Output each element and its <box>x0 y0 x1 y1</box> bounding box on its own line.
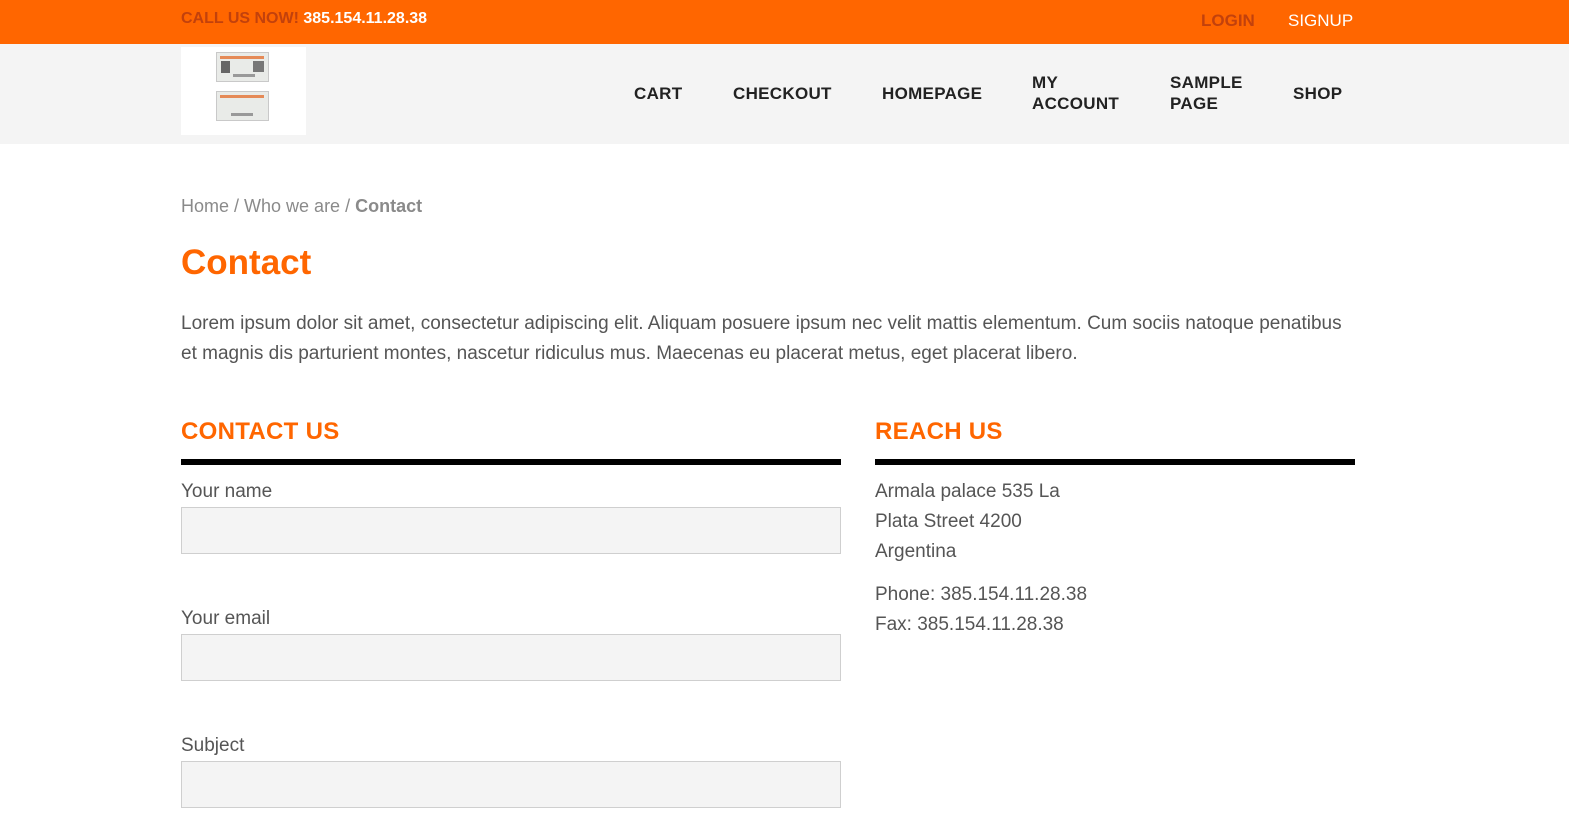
address-line: Plata Street 4200 <box>875 511 1022 532</box>
breadcrumb-current: Contact <box>355 196 423 216</box>
breadcrumb: Home / Who we are / Contact <box>181 196 422 217</box>
call-us: CALL US NOW! 385.154.11.28.38 <box>181 10 427 28</box>
nav-item-label: PAGE <box>1170 94 1219 113</box>
address-line: Argentina <box>875 541 957 562</box>
nav-item-label: SHOP <box>1293 84 1343 103</box>
call-us-phone[interactable]: 385.154.11.28.38 <box>303 10 427 27</box>
breadcrumb-separator: / <box>340 196 356 216</box>
nav-item-homepage[interactable]: HOMEPAGE <box>882 83 982 104</box>
address-block: Armala palace 535 La Plata Street 4200 A… <box>875 477 1060 567</box>
email-label: Your email <box>181 608 271 629</box>
reach-us-divider <box>875 459 1355 465</box>
nav-item-cart[interactable]: CART <box>634 83 682 104</box>
reach-us-heading: REACH US <box>875 418 1003 445</box>
login-link[interactable]: LOGIN <box>1201 11 1255 31</box>
id-card-back-image <box>216 91 269 121</box>
nav-item-label: CHECKOUT <box>733 84 832 103</box>
nav-item-label: HOMEPAGE <box>882 84 983 103</box>
contact-us-heading: CONTACT US <box>181 418 340 445</box>
nav-item-label: MY <box>1032 73 1059 92</box>
name-label: Your name <box>181 481 273 502</box>
top-bar: CALL US NOW! 385.154.11.28.38 LOGIN SIGN… <box>0 0 1569 44</box>
page-intro: Lorem ipsum dolor sit amet, consectetur … <box>181 313 1342 364</box>
contact-numbers: Phone: 385.154.11.28.38 Fax: 385.154.11.… <box>875 580 1087 640</box>
page-title: Contact <box>181 243 312 282</box>
subject-label: Subject <box>181 735 245 756</box>
id-card-front-image <box>216 52 269 82</box>
nav-item-checkout[interactable]: CHECKOUT <box>733 83 832 104</box>
subject-input[interactable] <box>181 761 841 808</box>
signup-link[interactable]: SIGNUP <box>1288 11 1353 31</box>
breadcrumb-separator: / <box>229 196 245 216</box>
email-input[interactable] <box>181 634 841 681</box>
fax-number: Fax: 385.154.11.28.38 <box>875 614 1064 635</box>
call-us-label: CALL US NOW! <box>181 10 299 27</box>
name-input[interactable] <box>181 507 841 554</box>
nav-item-my-account[interactable]: MY ACCOUNT <box>1032 72 1119 114</box>
nav-item-label: ACCOUNT <box>1032 94 1120 113</box>
nav-item-sample-page[interactable]: SAMPLE PAGE <box>1170 72 1243 114</box>
breadcrumb-who-we-are[interactable]: Who we are <box>244 196 340 216</box>
site-logo[interactable] <box>181 47 306 135</box>
breadcrumb-home[interactable]: Home <box>181 196 229 216</box>
contact-us-divider <box>181 459 841 465</box>
nav-item-label: SAMPLE <box>1170 73 1243 92</box>
nav-item-shop[interactable]: SHOP <box>1293 83 1342 104</box>
nav-item-label: CART <box>634 84 683 103</box>
phone-number: Phone: 385.154.11.28.38 <box>875 584 1088 605</box>
address-line: Armala palace 535 La <box>875 481 1060 502</box>
site-header: CART CHECKOUT HOMEPAGE MY ACCOUNT SAMPLE P… <box>0 44 1569 144</box>
